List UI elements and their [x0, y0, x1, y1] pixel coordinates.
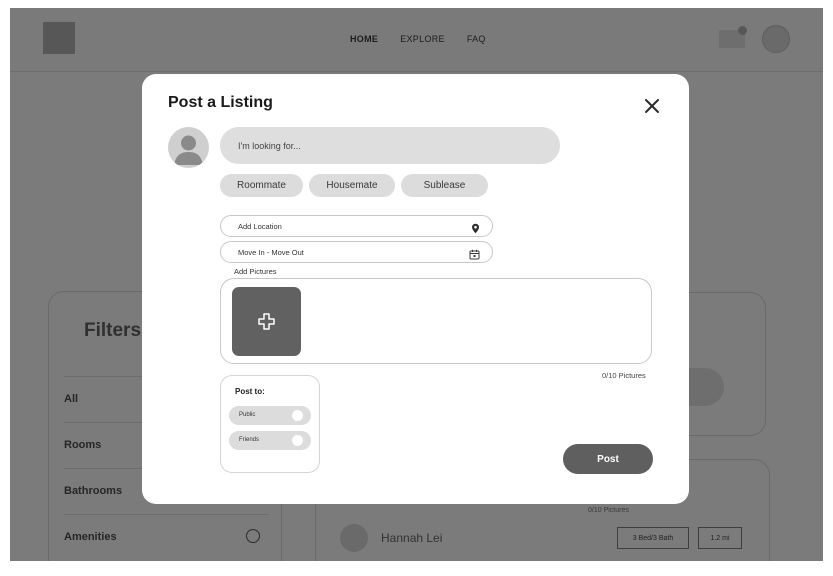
toggle-friends[interactable]: Friends — [229, 431, 311, 450]
location-field[interactable]: Add Location — [220, 215, 493, 237]
toggle-label: Public — [239, 412, 256, 418]
filter-label: Amenities — [64, 531, 117, 543]
top-navbar: HOME EXPLORE FAQ — [10, 8, 823, 72]
nav-links: HOME EXPLORE FAQ — [350, 34, 486, 44]
filter-label: All — [64, 393, 79, 405]
modal-title: Post a Listing — [168, 94, 273, 111]
toggle-label: Friends — [239, 437, 260, 443]
filters-title: Filters — [84, 320, 142, 341]
filter-label: Rooms — [64, 439, 102, 451]
close-icon[interactable] — [642, 96, 662, 116]
amenities-radio[interactable] — [246, 529, 260, 543]
toggle-public[interactable]: Public — [229, 406, 311, 425]
filter-amenities[interactable]: Amenities — [64, 514, 269, 560]
calendar-icon — [469, 247, 480, 260]
post-button[interactable]: Post — [563, 444, 653, 474]
toggle-knob — [292, 410, 303, 421]
listing-user-name: Hannah Lei — [381, 531, 443, 545]
listing-tag-distance: 1.2 mi — [698, 527, 742, 549]
app-window: HOME EXPLORE FAQ Filters All Rooms Bathr… — [10, 8, 823, 561]
nav-link-home[interactable]: HOME — [350, 34, 378, 44]
chip-roommate[interactable]: Roommate — [220, 174, 303, 197]
listing-user-avatar — [340, 524, 368, 552]
nav-link-faq[interactable]: FAQ — [467, 34, 486, 44]
filter-label: Bathrooms — [64, 485, 123, 497]
listing-pictures-count: 0/10 Pictures — [588, 507, 629, 514]
dates-placeholder: Move In - Move Out — [238, 248, 304, 257]
chip-housemate[interactable]: Housemate — [309, 174, 395, 197]
logo[interactable] — [43, 22, 75, 54]
looking-for-input[interactable] — [220, 127, 560, 164]
user-avatar-icon — [168, 127, 209, 168]
toggle-knob — [292, 435, 303, 446]
post-to-label: Post to: — [235, 387, 265, 396]
add-picture-button[interactable] — [232, 287, 301, 356]
location-pin-icon — [470, 221, 481, 234]
move-dates-field[interactable]: Move In - Move Out — [220, 241, 493, 263]
plus-icon — [258, 313, 275, 330]
location-placeholder: Add Location — [238, 222, 282, 231]
add-pictures-label: Add Pictures — [234, 267, 277, 276]
pictures-count: 0/10 Pictures — [602, 371, 646, 380]
profile-avatar[interactable] — [762, 25, 790, 53]
notification-dot — [738, 26, 747, 35]
nav-link-explore[interactable]: EXPLORE — [400, 34, 445, 44]
chip-sublease[interactable]: Sublease — [401, 174, 488, 197]
listing-tag-beds: 3 Bed/3 Bath — [617, 527, 689, 549]
post-listing-modal: Post a Listing Roommate Housemate Sublea… — [142, 74, 689, 504]
